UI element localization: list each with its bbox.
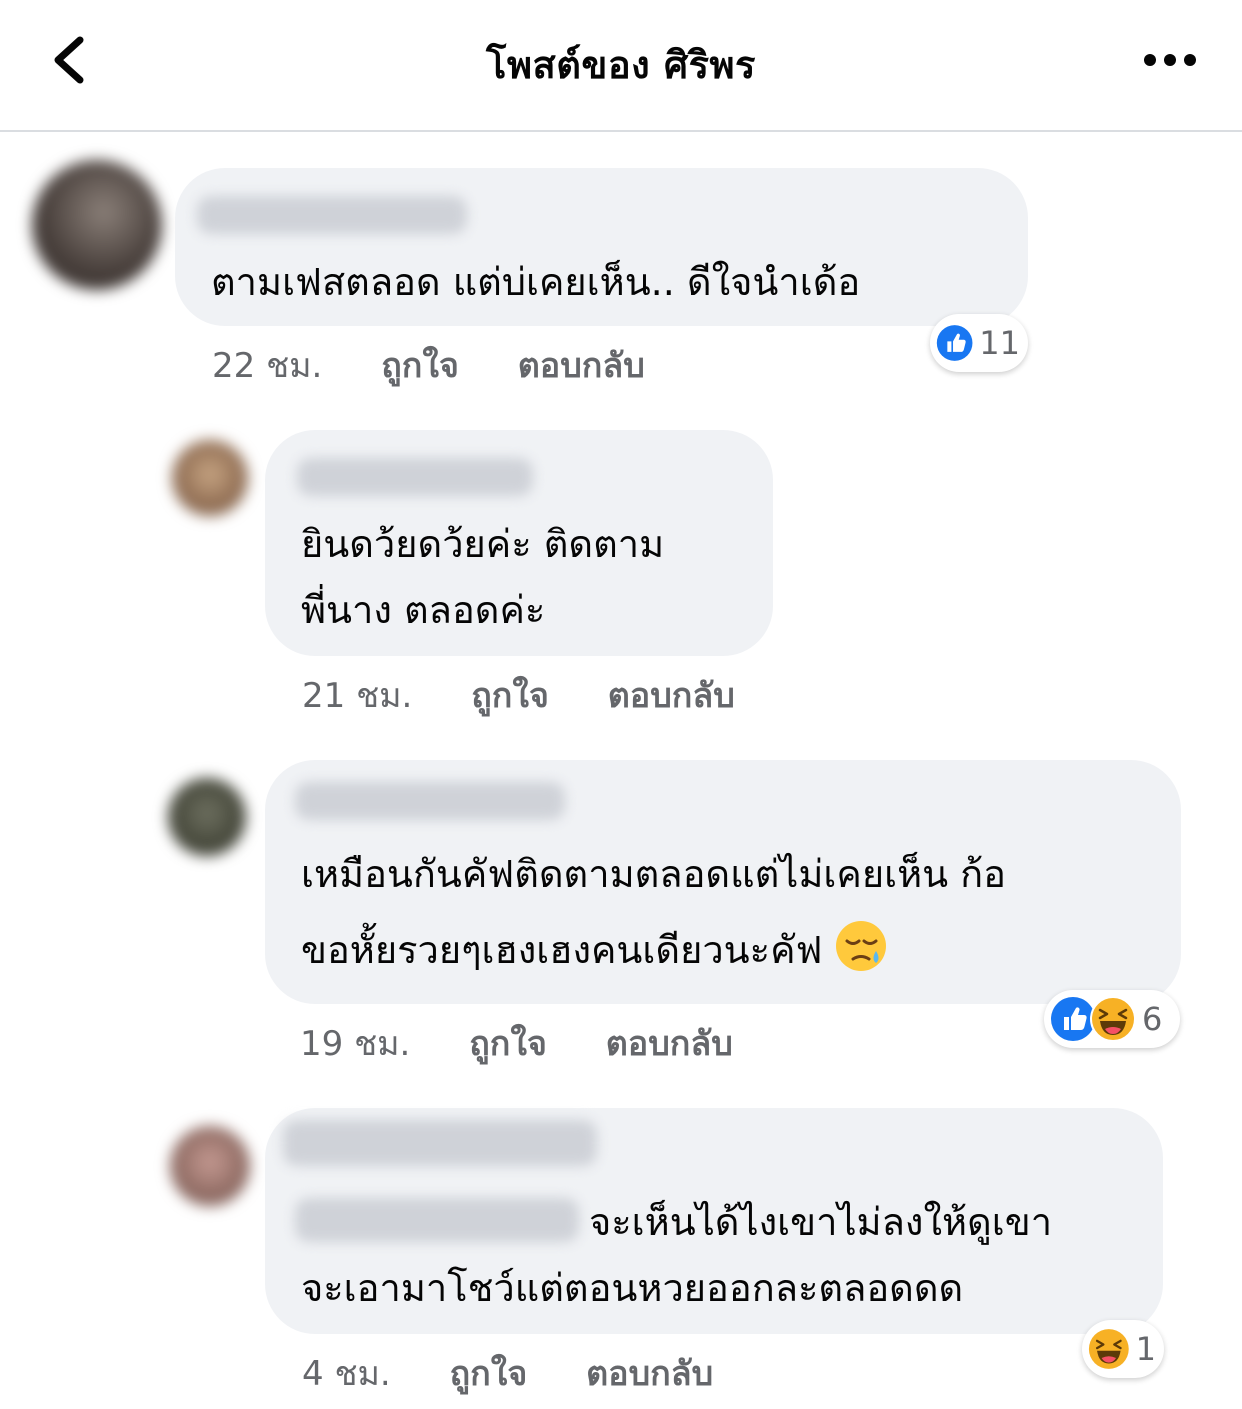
reply-button[interactable]: ตอบกลับ bbox=[586, 1346, 713, 1400]
like-icon bbox=[936, 325, 973, 361]
reaction-count: 6 bbox=[1142, 1000, 1163, 1038]
avatar[interactable] bbox=[172, 440, 248, 516]
comment-text: ตามเฟสตลอด แต่บ่เคยเห็น.. ดีใจนำเด้อ bbox=[211, 260, 861, 304]
like-button[interactable]: ถูกใจ bbox=[469, 1016, 547, 1070]
comment-bubble: จะเห็นได้ไงเขาไม่ลงให้ดูเขา จะเอามาโชว์แ… bbox=[265, 1108, 1163, 1334]
comment-meta: 19 ชม. ถูกใจ ตอบกลับ bbox=[300, 1016, 733, 1070]
comment-text: จะเอามาโชว์แต่ตอนหวยออกละตลอดดด bbox=[301, 1266, 964, 1310]
comment-text: พี่นาง ตลอดค่ะ bbox=[301, 588, 546, 632]
more-horizontal-icon[interactable] bbox=[1140, 36, 1200, 84]
comment-meta: 22 ชม. ถูกใจ ตอบกลับ bbox=[212, 338, 645, 392]
sleepy-face-icon bbox=[836, 921, 887, 971]
like-button[interactable]: ถูกใจ bbox=[381, 338, 459, 392]
reaction-summary[interactable]: 1 bbox=[1082, 1320, 1164, 1378]
reaction-count: 11 bbox=[979, 324, 1020, 362]
haha-icon bbox=[1088, 1329, 1129, 1369]
comment-bubble: เหมือนกันคัฟติดตามตลอดแต่ไม่เคยเห็น ก้อ … bbox=[265, 760, 1181, 1004]
commenter-name-redacted[interactable] bbox=[295, 782, 565, 820]
reaction-summary[interactable]: 11 bbox=[930, 314, 1028, 372]
haha-icon bbox=[1090, 996, 1136, 1042]
comment-text: เหมือนกันคัฟติดตามตลอดแต่ไม่เคยเห็น ก้อ bbox=[301, 852, 1007, 896]
comment-meta: 4 ชม. ถูกใจ ตอบกลับ bbox=[302, 1346, 713, 1400]
comment-time[interactable]: 19 ชม. bbox=[300, 1016, 410, 1070]
commenter-name-redacted[interactable] bbox=[197, 196, 467, 234]
comment-bubble: ตามเฟสตลอด แต่บ่เคยเห็น.. ดีใจนำเด้อ bbox=[175, 168, 1028, 326]
commenter-name-redacted[interactable] bbox=[297, 458, 533, 496]
avatar[interactable] bbox=[170, 1126, 250, 1206]
avatar[interactable] bbox=[32, 160, 162, 290]
comment-bubble: ยินดว้ยดว้ยค่ะ ติดตาม พี่นาง ตลอดค่ะ bbox=[265, 430, 773, 656]
page-title: โพสต์ของ ศิริพร bbox=[486, 43, 756, 87]
comment-text: จะเห็นได้ไงเขาไม่ลงให้ดูเขา bbox=[589, 1200, 1053, 1244]
reaction-count: 1 bbox=[1135, 1330, 1156, 1368]
comment-text: ยินดว้ยดว้ยค่ะ ติดตาม bbox=[301, 522, 665, 566]
like-button[interactable]: ถูกใจ bbox=[471, 668, 549, 722]
comment-text: ขอหั้ยรวยๆเฮงเฮงคนเดียวนะคัฟ bbox=[301, 916, 888, 984]
comment-time[interactable]: 4 ชม. bbox=[302, 1346, 391, 1400]
comment-meta: 21 ชม. ถูกใจ ตอบกลับ bbox=[302, 668, 735, 722]
avatar[interactable] bbox=[168, 778, 246, 856]
comment-time[interactable]: 22 ชม. bbox=[212, 338, 322, 392]
reaction-summary[interactable]: 6 bbox=[1044, 990, 1180, 1048]
comment-time[interactable]: 21 ชม. bbox=[302, 668, 412, 722]
reply-button[interactable]: ตอบกลับ bbox=[518, 338, 645, 392]
reply-button[interactable]: ตอบกลับ bbox=[608, 668, 735, 722]
mention-redacted[interactable] bbox=[295, 1198, 579, 1242]
reply-button[interactable]: ตอบกลับ bbox=[606, 1016, 733, 1070]
like-button[interactable]: ถูกใจ bbox=[450, 1346, 528, 1400]
post-header: โพสต์ของ ศิริพร bbox=[0, 0, 1242, 132]
commenter-name-redacted[interactable] bbox=[283, 1120, 597, 1166]
